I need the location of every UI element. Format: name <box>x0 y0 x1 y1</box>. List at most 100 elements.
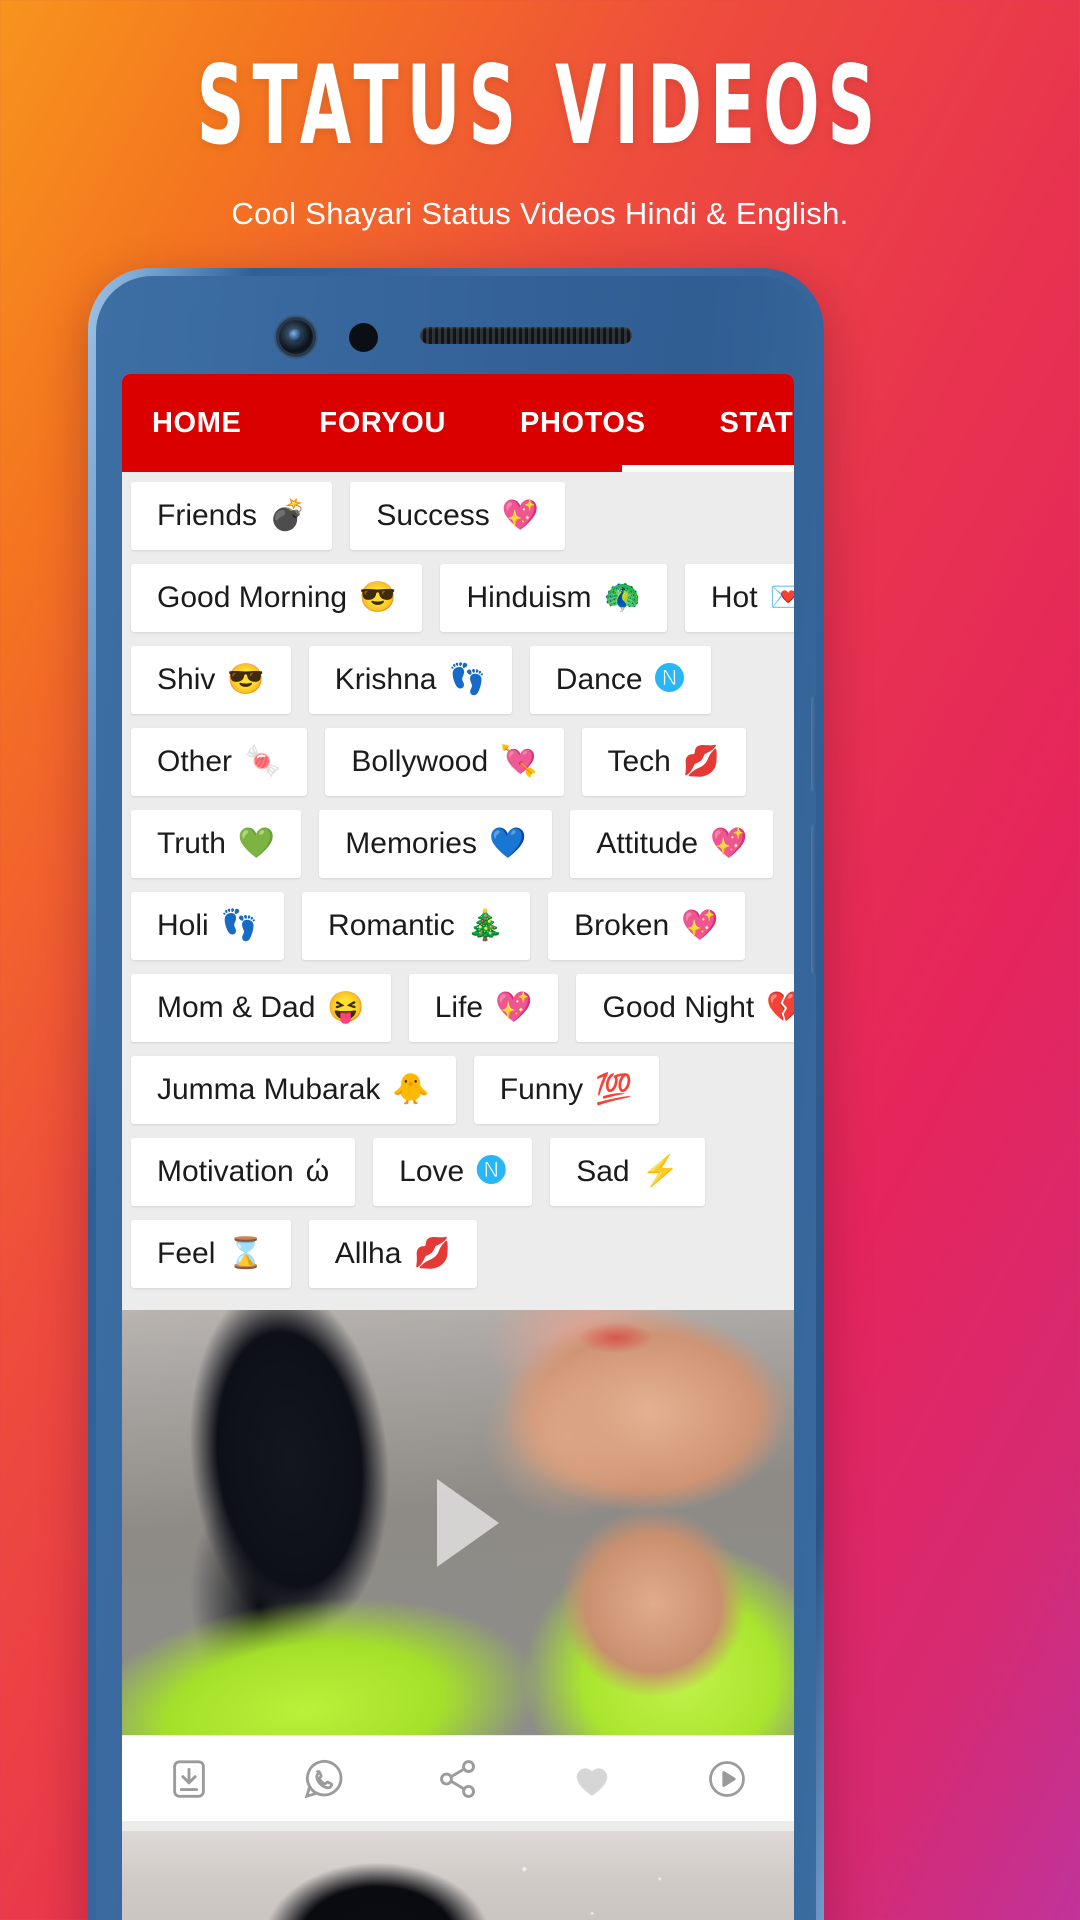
chip-label: Romantic <box>328 909 455 942</box>
app-screen: HOME FORYOU PHOTOS STATUS VIDEOS Friends… <box>122 374 794 1920</box>
candy-icon: 🍬 <box>244 745 282 778</box>
phone-mockup: HOME FORYOU PHOTOS STATUS VIDEOS Friends… <box>88 268 824 1920</box>
video-action-bar <box>122 1735 794 1821</box>
power-button[interactable] <box>811 824 816 974</box>
category-chip[interactable]: Tech 💋 <box>581 728 747 796</box>
chip-label: Broken <box>574 909 670 942</box>
footprints-icon: 👣 <box>220 909 259 942</box>
baby-chick-icon: 🐥 <box>392 1073 430 1106</box>
volume-button[interactable] <box>811 696 816 792</box>
chip-label: Good Morning <box>157 581 348 614</box>
category-chip[interactable]: Mom & Dad 😝 <box>131 974 391 1042</box>
category-chip[interactable]: Hinduism 🦚 <box>440 564 667 632</box>
chip-label: Good Night <box>602 991 755 1024</box>
love-letter-icon: 💌 <box>769 581 794 614</box>
chip-label: Mom & Dad <box>157 991 316 1024</box>
peacock-icon: 🦚 <box>603 581 641 614</box>
high-voltage-icon: ⚡ <box>641 1155 679 1188</box>
category-chip[interactable]: Hot 💌 <box>684 564 794 632</box>
sunglasses-face-icon: 😎 <box>227 663 265 696</box>
proximity-sensor-icon <box>349 323 378 352</box>
category-chip[interactable]: Shiv 😎 <box>131 646 291 714</box>
chip-label: Dance <box>555 663 643 696</box>
thumb2-layer-sparkles <box>484 1842 768 1920</box>
category-chip[interactable]: Sad ⚡ <box>550 1138 705 1206</box>
download-button[interactable] <box>122 1756 256 1802</box>
sparkling-heart-icon: 💖 <box>681 909 719 942</box>
chip-label: Love <box>399 1155 465 1188</box>
hundred-points-icon: 💯 <box>595 1073 633 1106</box>
category-chip[interactable]: Memories 💙 <box>319 810 553 878</box>
sunglasses-face-icon: 😎 <box>359 581 397 614</box>
chip-label: Hot <box>710 581 758 614</box>
category-chip[interactable]: Truth 💚 <box>131 810 302 878</box>
hourglass-icon: ⌛ <box>227 1237 265 1270</box>
category-chip[interactable]: Dance 🅝 <box>529 646 711 714</box>
category-chip[interactable]: Feel ⌛ <box>131 1220 291 1288</box>
negative-squared-n-icon: 🅝 <box>654 662 685 697</box>
whatsapp-share-button[interactable] <box>256 1755 390 1803</box>
category-chip-grid: Friends 💣 Success 💖 Good Morning 😎 Hinduism… <box>122 472 794 1310</box>
chip-label: Life <box>434 991 484 1024</box>
category-chip[interactable]: Broken 💖 <box>548 892 745 960</box>
video-card-2 <box>122 1831 794 1920</box>
sparkling-heart-icon: 💖 <box>710 827 748 860</box>
footprints-icon: 👣 <box>448 663 486 696</box>
category-chip[interactable]: Allha 💋 <box>308 1220 477 1288</box>
category-chip[interactable]: Jumma Mubarak 🐥 <box>131 1056 456 1124</box>
kiss-mark-icon: 💋 <box>682 745 721 778</box>
play-circle-button[interactable] <box>660 1757 794 1801</box>
thumb-layer-lip <box>578 1322 653 1353</box>
video-card <box>122 1310 794 1821</box>
category-chip[interactable]: Krishna 👣 <box>308 646 512 714</box>
chip-label: Holi <box>157 909 209 942</box>
chip-label: Funny <box>499 1073 584 1106</box>
tab-foryou[interactable]: FORYOU <box>289 407 490 440</box>
share-button[interactable] <box>391 1756 525 1802</box>
category-chip[interactable]: Motivation ώ <box>131 1138 356 1206</box>
earpiece-speaker-icon <box>420 327 632 344</box>
video-thumbnail-2[interactable] <box>122 1831 794 1920</box>
phone-body: HOME FORYOU PHOTOS STATUS VIDEOS Friends… <box>96 276 816 1920</box>
category-chip[interactable]: Holi 👣 <box>131 892 285 960</box>
video-thumbnail[interactable] <box>122 1310 794 1735</box>
promo-header: STATUS VIDEOS Cool Shayari Status Videos… <box>0 42 1080 232</box>
omega-glyph-icon: ώ <box>305 1155 330 1188</box>
heart-with-arrow-icon: 💘 <box>500 745 538 778</box>
sparkling-heart-icon: 💖 <box>495 991 533 1024</box>
chip-label: Sad <box>576 1155 630 1188</box>
category-chip[interactable]: Love 🅝 <box>373 1138 533 1206</box>
category-chip[interactable]: Good Night 💔 <box>576 974 794 1042</box>
chip-label: Hinduism <box>466 581 592 614</box>
category-chip[interactable]: Other 🍬 <box>131 728 308 796</box>
category-chip[interactable]: Bollywood 💘 <box>325 728 564 796</box>
category-chip[interactable]: Friends 💣 <box>131 482 333 550</box>
bomb-icon: 💣 <box>269 499 307 532</box>
laughing-face-icon: 😝 <box>327 991 365 1024</box>
chip-label: Tech <box>607 745 671 778</box>
tab-status[interactable]: STATUS <box>690 407 794 440</box>
chip-label: Krishna <box>334 663 437 696</box>
front-camera-icon <box>279 320 313 354</box>
chip-label: Friends <box>157 499 258 532</box>
category-chip[interactable]: Romantic 🎄 <box>302 892 531 960</box>
category-chip[interactable]: Good Morning 😎 <box>131 564 423 632</box>
favorite-button[interactable] <box>525 1755 659 1803</box>
chip-label: Other <box>157 745 233 778</box>
chip-label: Success <box>376 499 490 532</box>
tab-photos[interactable]: PHOTOS <box>490 407 690 440</box>
category-chip[interactable]: Success 💖 <box>350 482 566 550</box>
sparkling-heart-icon: 💖 <box>501 499 540 532</box>
category-chip[interactable]: Attitude 💖 <box>570 810 774 878</box>
green-heart-icon: 💚 <box>237 827 276 860</box>
category-chip[interactable]: Life 💖 <box>408 974 559 1042</box>
broken-heart-icon: 💔 <box>766 991 794 1024</box>
promo-title: STATUS VIDEOS <box>196 42 884 169</box>
top-tab-bar: HOME FORYOU PHOTOS STATUS VIDEOS <box>122 374 794 472</box>
play-icon[interactable] <box>437 1478 499 1567</box>
christmas-tree-icon: 🎄 <box>466 909 505 942</box>
tab-home[interactable]: HOME <box>130 407 289 440</box>
active-tab-indicator <box>622 465 794 472</box>
category-chip[interactable]: Funny 💯 <box>473 1056 659 1124</box>
chip-label: Jumma Mubarak <box>157 1073 381 1106</box>
